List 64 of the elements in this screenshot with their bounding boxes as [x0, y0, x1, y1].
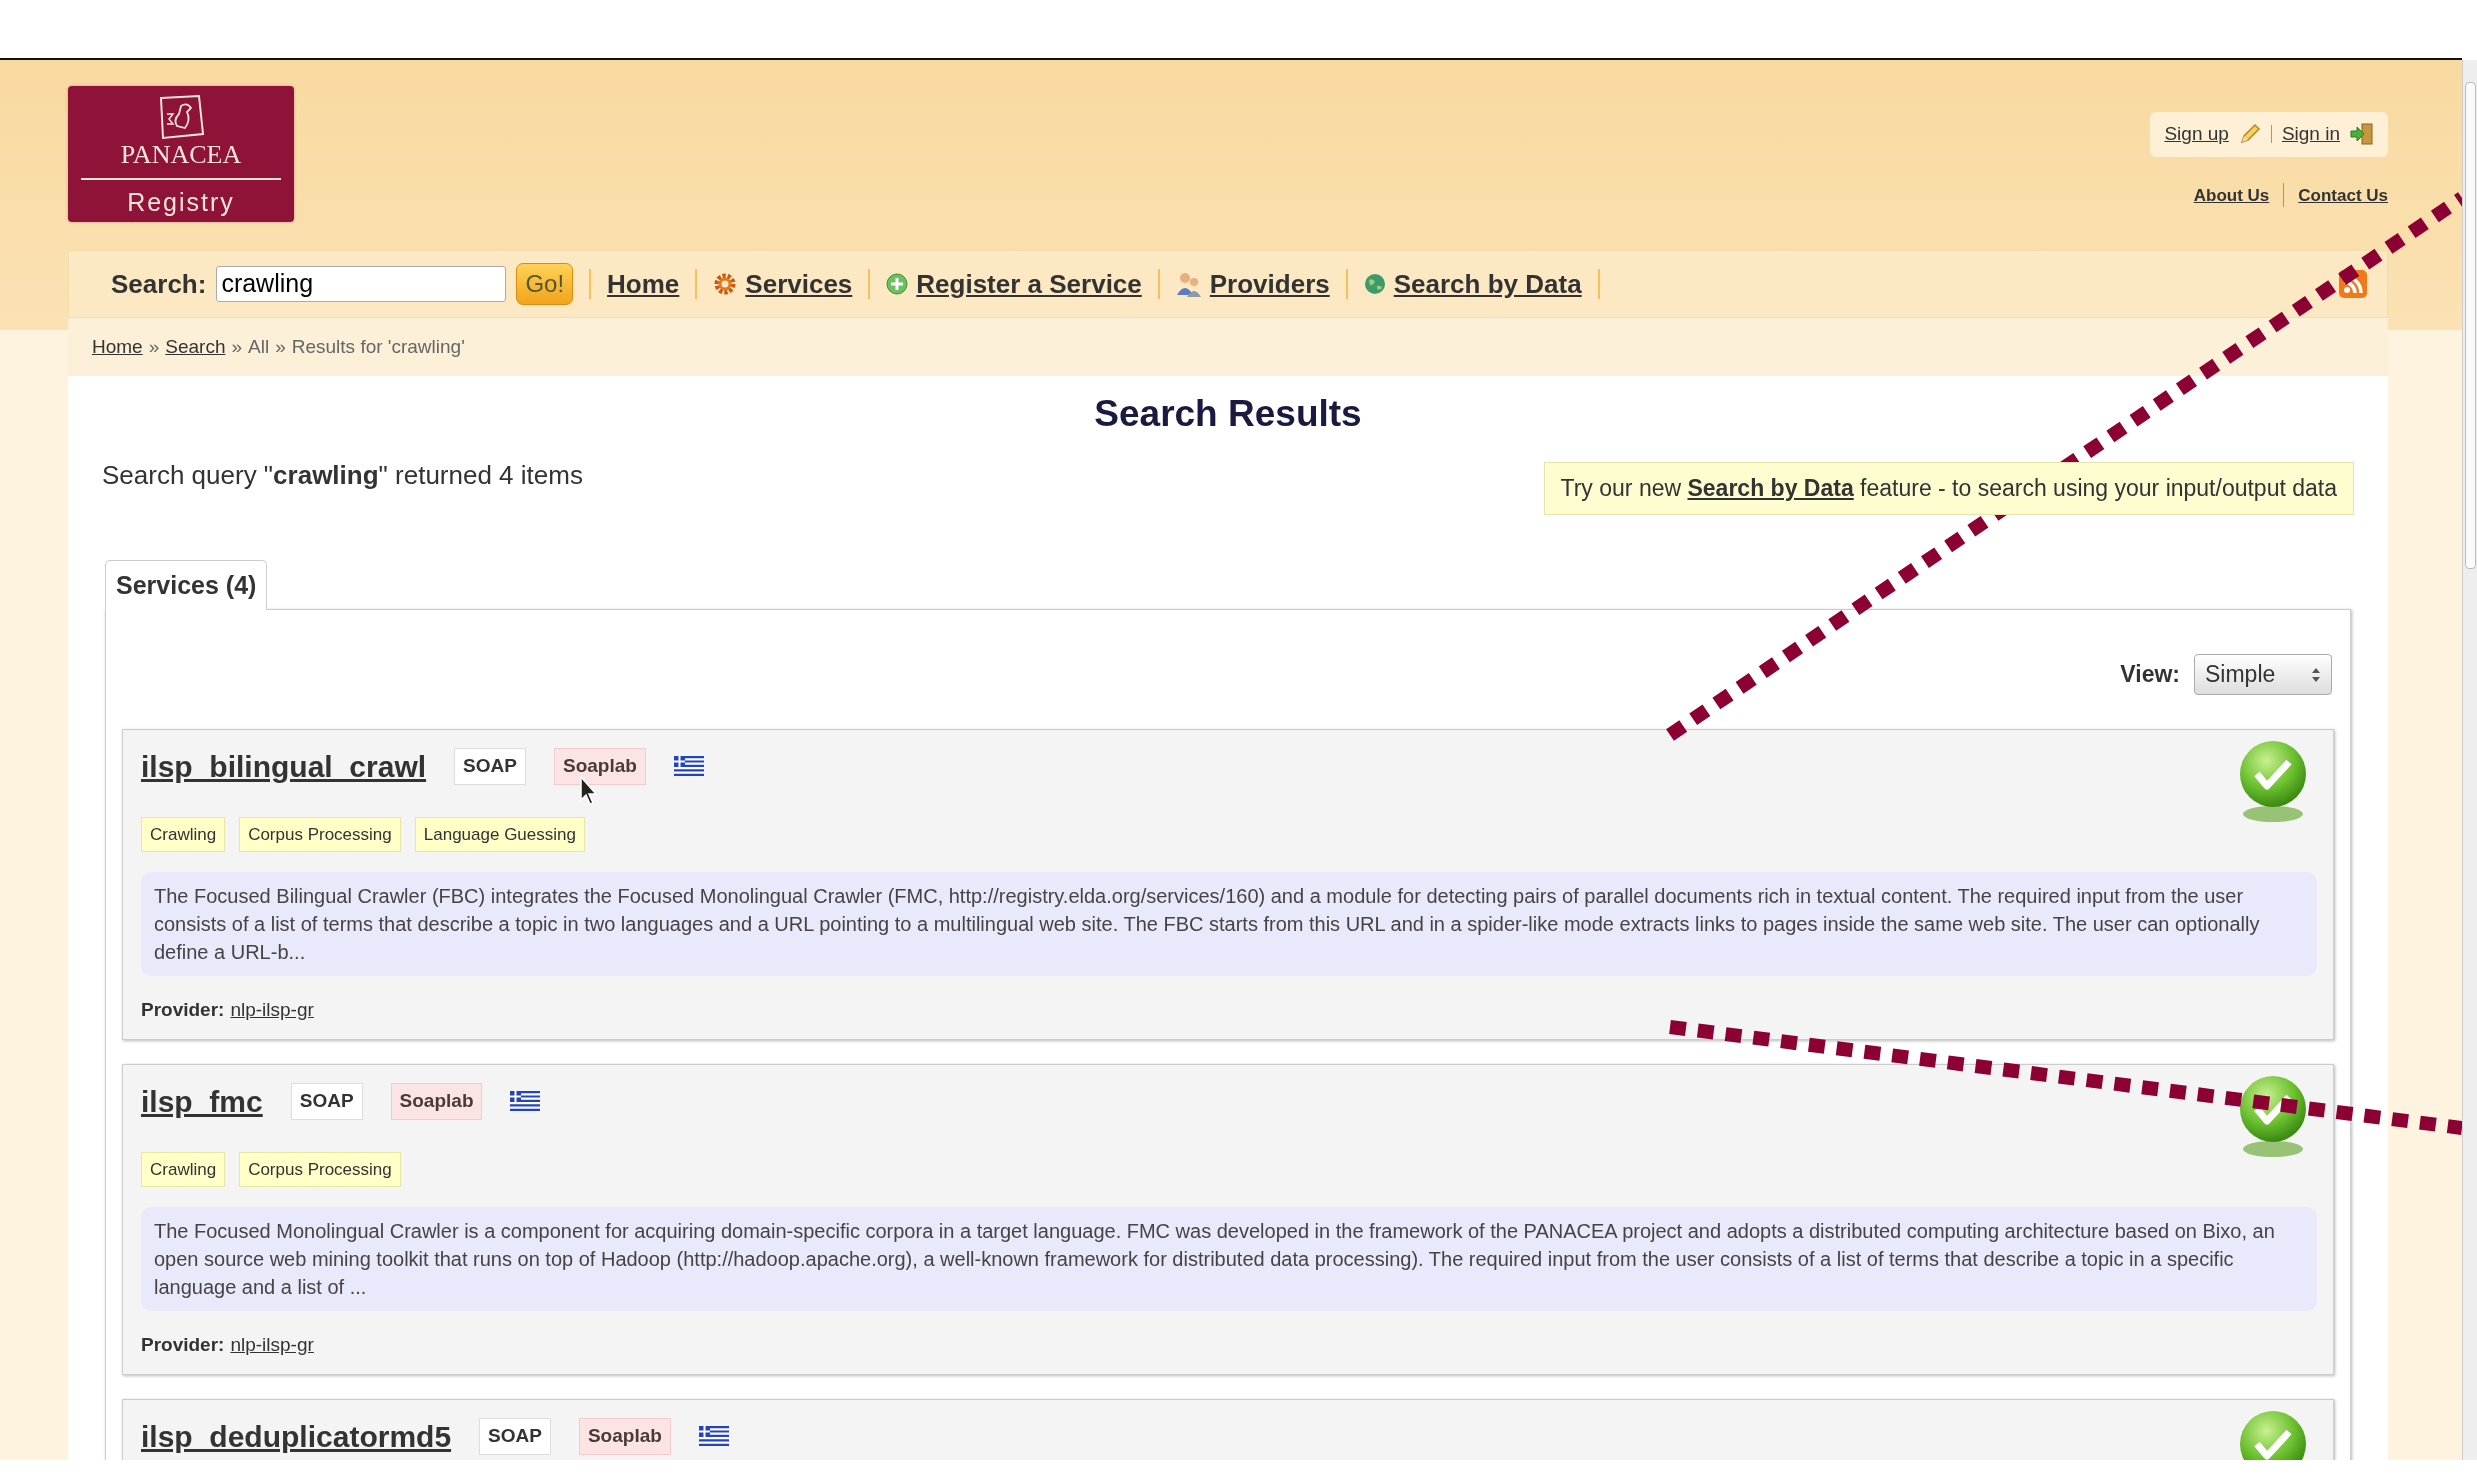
gear-icon — [713, 272, 738, 296]
view-select[interactable]: Simple — [2194, 654, 2332, 695]
nav-link[interactable]: Providers — [1209, 264, 1330, 304]
category-tag[interactable]: Corpus Processing — [239, 1151, 401, 1188]
greek-flag-icon — [510, 1091, 541, 1112]
view-label: View: — [2120, 660, 2180, 690]
service-type-label: SOAP — [479, 1418, 551, 1455]
greek-flag-icon — [698, 1426, 729, 1447]
service-type-label: Soaplab — [553, 748, 646, 785]
service-type-label: Soaplab — [578, 1418, 671, 1455]
service-type-label: Soaplab — [390, 1083, 483, 1120]
service-name-link[interactable]: ilsp_deduplicatormd5 — [141, 1413, 452, 1459]
provider-link[interactable]: nlp-ilsp-gr — [230, 1331, 314, 1360]
sign-in-link[interactable]: Sign in — [2281, 120, 2340, 149]
door-arrow-icon — [2350, 123, 2374, 146]
service-type-label: SOAP — [454, 748, 526, 785]
service-description: The Focused Monolingual Crawler is a component for acquiring domain-specific corpora in a target language. FMC was developed in the framework of the PANACEA project and adopts a distributed computing architecture based on Bixo, an open source web mining toolkit that runs on top of Hadoop (http://hadoop.apache.org), a well-known framework for distributed data processing). The required input from the user consists of a list of terms that describe a topic in a specific language and a list of ... — [141, 1207, 2317, 1312]
services-tab[interactable]: Services (4) — [105, 559, 268, 611]
breadcrumb-text: » — [231, 334, 243, 359]
info-link[interactable]: About Us — [2193, 182, 2270, 208]
sign-up-link[interactable]: Sign up — [2164, 120, 2229, 149]
scrollbar[interactable] — [2462, 60, 2477, 1460]
page-title: Search Results — [1093, 392, 1363, 436]
logo-subtitle: Registry — [81, 178, 281, 222]
spinner-arrows-icon — [2311, 666, 2321, 683]
pencil-icon — [2238, 123, 2261, 146]
search-by-data-link[interactable]: Search by Data — [1687, 475, 1854, 502]
search-field[interactable]: crawling — [216, 266, 507, 302]
service-type-label: SOAP — [290, 1083, 363, 1120]
category-tag[interactable]: Crawling — [141, 1151, 226, 1188]
breadcrumb-text: Results for 'crawling' — [291, 334, 465, 359]
breadcrumb-link[interactable]: Search — [165, 332, 226, 362]
breadcrumb-text: All — [248, 334, 270, 359]
greek-flag-icon — [673, 756, 704, 777]
provider-link[interactable]: nlp-ilsp-gr — [230, 996, 314, 1025]
registry-logo[interactable]: PANACEA Registry — [68, 86, 294, 222]
category-tag[interactable]: Language Guessing — [414, 816, 585, 853]
nav-link[interactable]: Services — [745, 264, 853, 304]
nav-link[interactable]: Search by Data — [1393, 264, 1582, 304]
service-name-link[interactable]: ilsp_bilingual_crawl — [141, 743, 427, 789]
info-link[interactable]: Contact Us — [2298, 182, 2388, 208]
results-summary: Search query "crawling" returned 4 items — [102, 459, 583, 493]
nav-link[interactable]: Register a Service — [916, 264, 1142, 304]
service-name-link[interactable]: ilsp_fmc — [141, 1078, 263, 1124]
category-tag[interactable]: Corpus Processing — [239, 816, 401, 853]
logo-title: PANACEA — [120, 142, 242, 168]
provider-label: Provider: — [141, 998, 225, 1023]
people-icon — [1175, 271, 1202, 297]
nav-link[interactable]: Home — [607, 264, 680, 304]
check-circle-icon — [2237, 739, 2309, 824]
go-button[interactable]: Go! — [516, 263, 574, 305]
provider-label: Provider: — [141, 1333, 225, 1358]
service-description: The Focused Bilingual Crawler (FBC) integrates the Focused Monolingual Crawler (FMC, http://registry.elda.org/services/160) and a module for detecting pairs of parallel documents rich in textual content. The required input from the user consists of a list of terms that describe a topic in two languages and a URL pointing to a multilingual web site. The FBC starts from this URL and in a spider-like mode extracts links to pages inside the same web site. The user can optionally define a URL-b... — [141, 872, 2317, 977]
breadcrumb-text: » — [275, 334, 286, 359]
search-by-data-tip: Try our new Search by Data feature - to search using your input/output data — [1543, 462, 2354, 515]
breadcrumb-link[interactable]: Home — [92, 332, 143, 362]
search-label: Search: — [111, 267, 207, 301]
plus-circle-icon — [886, 273, 909, 295]
globe-icon — [1363, 273, 1386, 295]
scrollbar-thumb[interactable] — [2465, 82, 2476, 569]
category-tag[interactable]: Crawling — [141, 816, 226, 853]
check-circle-icon — [2237, 1074, 2309, 1159]
breadcrumb-text: » — [148, 334, 160, 359]
mouse-cursor-icon — [580, 776, 600, 806]
